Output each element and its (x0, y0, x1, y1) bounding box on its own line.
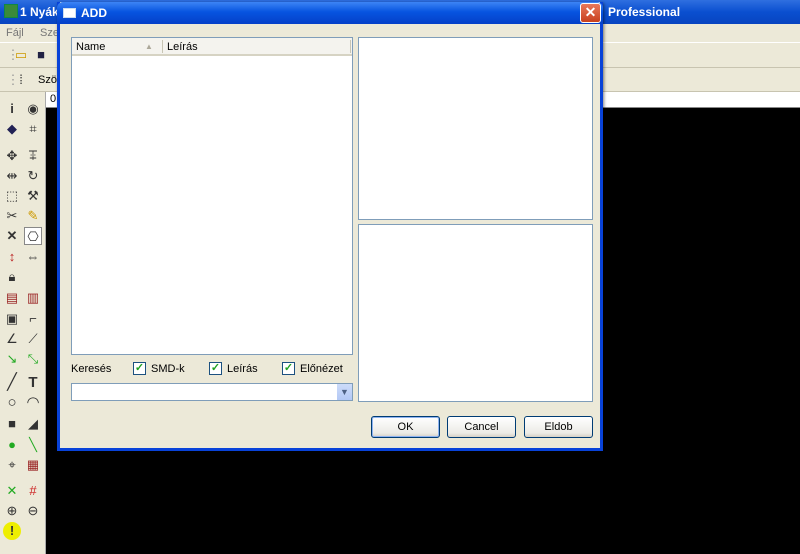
description-checkbox-label[interactable]: Leírás (227, 363, 258, 375)
rotate-icon[interactable]: ↻ (24, 167, 42, 185)
layers-icon[interactable]: ◆ (3, 120, 21, 138)
eye-icon[interactable]: ◉ (24, 100, 42, 118)
arc-icon[interactable]: ◠ (24, 394, 42, 412)
ok-button[interactable]: OK (371, 416, 440, 438)
group-icon[interactable]: ꔊ (24, 147, 42, 165)
lock-icon[interactable]: 🔒︎ (3, 268, 21, 286)
rectangle-icon[interactable]: ■ (3, 415, 21, 433)
eldob-button[interactable]: Eldob (524, 416, 593, 438)
search-combobox[interactable]: ▼ (71, 383, 353, 401)
list-header: Name ▲ Leírás (72, 38, 352, 56)
left-toolbar: i ◉ ◆ ⌗ ✥ ꔊ ⇹ ↻ ⬚ ⚒ ✂ ✎ ✕ ⎔ ↕ ⇔ 🔒︎ ▤ ▥ ▣… (0, 92, 46, 554)
toolbar-label: Szö (38, 74, 57, 86)
polygon-icon[interactable]: ◢ (24, 415, 42, 433)
dialog-title: ADD (81, 6, 107, 20)
line-angle-icon[interactable]: ∠ (3, 330, 21, 348)
cancel-button[interactable]: Cancel (447, 416, 516, 438)
track-icon[interactable]: ↘ (3, 350, 21, 368)
circle-icon[interactable]: ○ (3, 394, 21, 412)
grid-dots-icon[interactable]: ⁞ (12, 71, 30, 89)
grid-icon[interactable]: ⌗ (24, 120, 42, 138)
label-icon[interactable]: ▦ (24, 456, 42, 474)
resistor-icon[interactable]: ▤ (3, 289, 21, 307)
save-icon[interactable]: ■ (32, 46, 50, 64)
flip-icon[interactable]: ⇔ (24, 248, 42, 266)
cut-icon[interactable]: ✂ (3, 207, 21, 225)
preview-checkbox-label[interactable]: Előnézet (300, 363, 343, 375)
column-header-name[interactable]: Name (76, 41, 105, 53)
select-icon[interactable]: ⬚ (3, 187, 21, 205)
line-icon[interactable]: ╱ (3, 374, 21, 392)
close-button[interactable]: ✕ (580, 3, 601, 23)
add-dialog: ADD ✕ Name ▲ Leírás Keresés ✓ SMD-k ✓ Le… (57, 2, 603, 451)
track2-icon[interactable]: ⤡ (24, 350, 42, 368)
info-icon[interactable]: i (3, 100, 21, 118)
resistor-value-icon[interactable]: ▥ (24, 289, 42, 307)
column-separator[interactable] (162, 40, 163, 53)
text-icon[interactable]: T (24, 374, 42, 392)
window-icon (63, 8, 76, 18)
search-label: Keresés (71, 363, 112, 375)
pen-icon[interactable]: ✎ (24, 207, 42, 225)
component-icon[interactable]: ⎔ (24, 227, 42, 245)
target-icon[interactable]: ⌖ (3, 456, 21, 474)
ruler-value: 0 (50, 93, 57, 105)
preview-pane-bottom (358, 224, 593, 402)
pad-icon[interactable]: ● (3, 436, 21, 454)
preview-checkbox[interactable]: ✓ (282, 362, 295, 375)
zoom-select-icon[interactable]: ⊖ (24, 502, 42, 520)
smd-checkbox-label[interactable]: SMD-k (151, 363, 185, 375)
main-window-title: 1 Nyák (20, 5, 59, 19)
warning-icon[interactable]: ! (3, 522, 21, 540)
corner-icon[interactable]: ⌐ (24, 310, 42, 328)
connect-icon[interactable]: ✕ (3, 482, 21, 500)
ic-icon[interactable]: ▣ (3, 310, 21, 328)
mirror-icon[interactable]: ⇹ (3, 167, 21, 185)
hash-icon[interactable]: # (24, 482, 42, 500)
column-separator[interactable] (350, 40, 351, 53)
description-checkbox[interactable]: ✓ (209, 362, 222, 375)
route-icon[interactable]: ⟋ (24, 330, 42, 348)
menu-item-file[interactable]: Fájl (6, 27, 24, 39)
main-window-title-suffix: Professional (608, 5, 681, 19)
app-icon (4, 4, 18, 18)
open-folder-icon[interactable]: ▭ (12, 46, 30, 64)
wrench-icon[interactable]: ⚒ (24, 187, 42, 205)
dialog-titlebar[interactable]: ADD ✕ (57, 2, 603, 24)
wire-icon[interactable]: ╲ (24, 436, 42, 454)
move-icon[interactable]: ✥ (3, 147, 21, 165)
preview-pane-top (358, 37, 593, 220)
zoom-icon[interactable]: ⊕ (3, 502, 21, 520)
smd-checkbox[interactable]: ✓ (133, 362, 146, 375)
measure-icon[interactable]: ↕ (3, 248, 21, 266)
delete-icon[interactable]: ✕ (3, 227, 21, 245)
component-list[interactable]: Name ▲ Leírás (71, 37, 353, 355)
chevron-down-icon[interactable]: ▼ (336, 384, 352, 400)
column-header-description[interactable]: Leírás (167, 41, 198, 53)
sort-arrow-icon: ▲ (145, 42, 153, 51)
